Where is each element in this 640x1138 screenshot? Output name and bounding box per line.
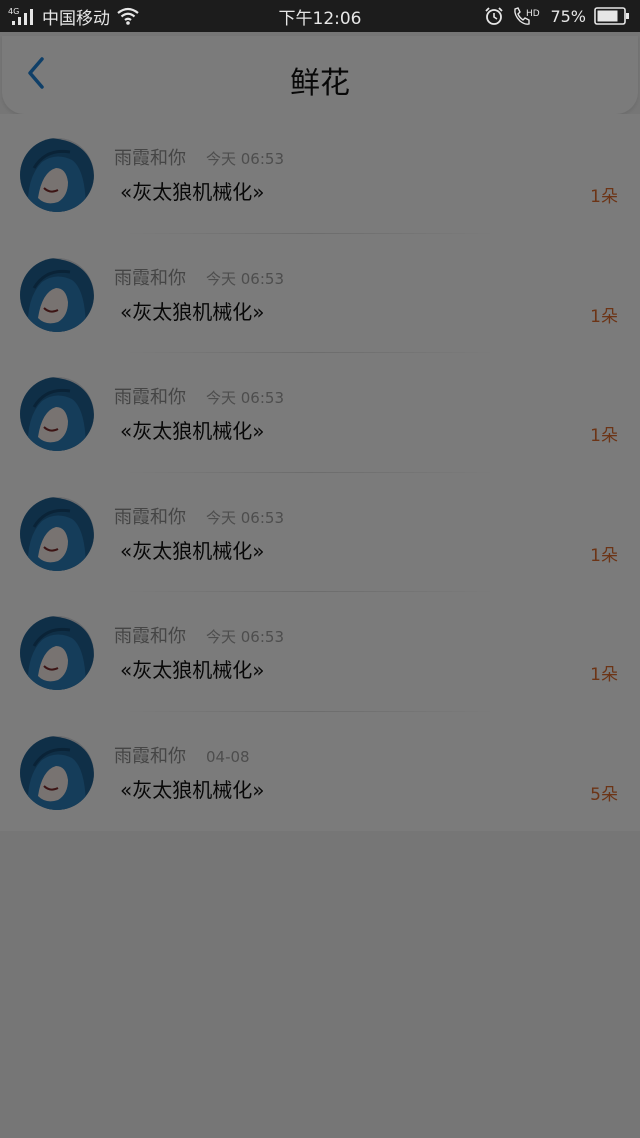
- gift-count: 1朵: [590, 665, 618, 685]
- item-time: 今天 06:53: [206, 150, 284, 168]
- avatar: [20, 616, 94, 690]
- alarm-icon: [484, 6, 504, 26]
- item-time: 今天 06:53: [206, 389, 284, 407]
- user-name: 雨霞和你: [114, 148, 186, 169]
- gift-count: 1朵: [590, 306, 618, 327]
- list-item[interactable]: 雨霞和你 今天 06:53 «灰太狼机械化» 1朵: [0, 473, 640, 592]
- network-type: 4G: [8, 7, 19, 16]
- gift-count: 5朵: [590, 784, 618, 805]
- list-item[interactable]: 雨霞和你 04-08 «灰太狼机械化» 5朵: [0, 712, 640, 832]
- flower-list: 雨霞和你 今天 06:53 «灰太狼机械化» 1朵 雨霞和你 今天 06:53 …: [0, 114, 640, 831]
- gift-count: 1朵: [590, 426, 618, 446]
- hd-label: HD: [526, 9, 540, 19]
- gift-name: «灰太狼机械化»: [120, 299, 265, 324]
- item-meta: 雨霞和你 今天 06:53: [114, 503, 284, 529]
- wifi-icon: [116, 6, 140, 26]
- item-meta: 雨霞和你 今天 06:53: [114, 622, 284, 648]
- gift-count: 1朵: [590, 545, 618, 566]
- status-right: HD 75%: [484, 0, 630, 32]
- status-time: 下午12:06: [278, 8, 362, 29]
- item-meta: 雨霞和你 04-08: [114, 742, 250, 768]
- item-time: 今天 06:53: [206, 628, 284, 646]
- list-item[interactable]: 雨霞和你 今天 06:53 «灰太狼机械化» 1朵: [0, 114, 640, 234]
- user-name: 雨霞和你: [114, 626, 186, 647]
- status-left: 4G 中国移动: [8, 0, 140, 32]
- user-name: 雨霞和你: [114, 387, 186, 408]
- user-name: 雨霞和你: [114, 506, 186, 528]
- status-bar: 4G 中国移动 下午12:06 HD 75%: [0, 0, 640, 32]
- list-item[interactable]: 雨霞和你 今天 06:53 «灰太狼机械化» 1朵: [0, 592, 640, 712]
- item-time: 今天 06:53: [206, 269, 284, 288]
- page-title: 鲜花: [290, 66, 350, 101]
- gift-count: 1朵: [590, 187, 618, 207]
- gift-name: «灰太狼机械化»: [120, 419, 265, 443]
- item-time: 今天 06:53: [206, 508, 284, 527]
- list-item[interactable]: 雨霞和你 今天 06:53 «灰太狼机械化» 1朵: [0, 353, 640, 473]
- avatar: [20, 377, 94, 451]
- item-meta: 雨霞和你 今天 06:53: [114, 264, 284, 290]
- signal-icon: 4G: [8, 6, 36, 26]
- avatar: [20, 735, 94, 810]
- gift-name: «灰太狼机械化»: [120, 658, 265, 682]
- avatar: [20, 138, 94, 212]
- list-item[interactable]: 雨霞和你 今天 06:53 «灰太狼机械化» 1朵: [0, 234, 640, 353]
- user-name: 雨霞和你: [114, 267, 186, 289]
- call-icon: HD: [512, 6, 542, 26]
- battery-icon: [594, 7, 630, 25]
- avatar: [20, 257, 94, 332]
- battery-percent: 75%: [550, 6, 586, 26]
- item-time: 04-08: [206, 747, 250, 766]
- item-meta: 雨霞和你 今天 06:53: [114, 383, 284, 409]
- carrier-name: 中国移动: [42, 8, 110, 29]
- avatar: [20, 496, 94, 571]
- user-name: 雨霞和你: [114, 745, 186, 767]
- gift-name: «灰太狼机械化»: [120, 538, 265, 563]
- nav-bar: 鲜花: [2, 36, 638, 114]
- gift-name: «灰太狼机械化»: [120, 777, 265, 802]
- gift-name: «灰太狼机械化»: [120, 180, 265, 204]
- item-meta: 雨霞和你 今天 06:53: [114, 144, 284, 170]
